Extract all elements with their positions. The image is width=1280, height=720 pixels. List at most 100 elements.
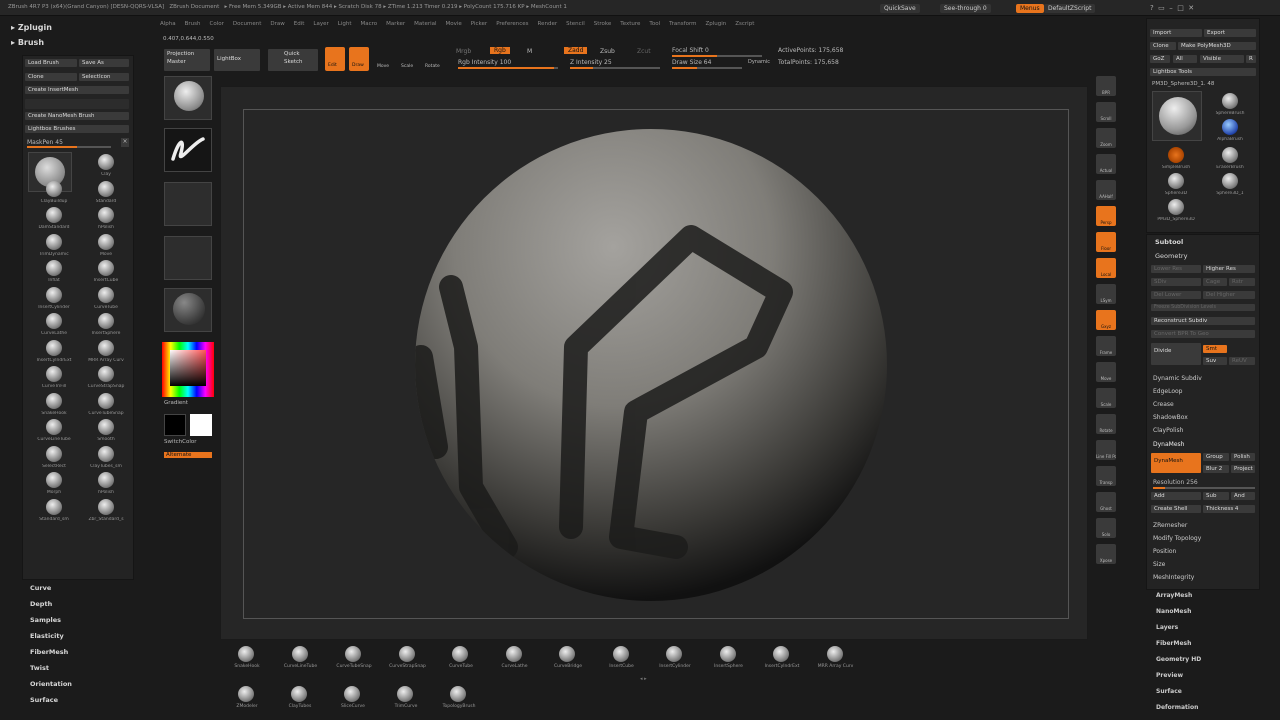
make-polymesh3d-button[interactable]: Make PolyMesh3D [1178,42,1256,50]
alpha-thumb[interactable] [164,182,212,226]
zremesher-section[interactable]: ZRemesher [1153,522,1187,529]
secondary-color-swatch[interactable] [164,414,186,436]
menu-document[interactable]: Document [233,21,262,27]
tool-pm3d-sphere3d[interactable]: PM3D_Sphere3D [1157,197,1195,223]
section-preview[interactable]: Preview [1156,672,1183,679]
tray-brush-curvelathe[interactable]: CurveLathe [494,644,538,674]
subpalette-depth[interactable]: Depth [30,600,52,608]
maximize-icon[interactable]: □ [1177,4,1184,12]
subpalette-curve[interactable]: Curve [30,584,51,592]
m-button[interactable]: M [527,48,532,55]
goz-all-button[interactable]: All [1173,55,1197,63]
brush-curvetubesnap[interactable]: CurveTubeSnap [88,391,124,417]
brush-snakehook[interactable]: SnakeHook [41,391,67,417]
brush-smooth[interactable]: Smooth [93,417,119,443]
tray-brush-curvelinetube[interactable]: CurveLineTube [280,644,324,674]
section-surface[interactable]: Surface [1156,688,1182,695]
shelf-lsym-button[interactable]: LSym [1096,284,1116,304]
brush-clay[interactable]: Clay [93,152,119,178]
shelf-rotate-button[interactable]: Rotate [1096,414,1116,434]
tray-brush-trimcurve[interactable]: TrimCurve [385,684,429,714]
shelf-persp-button[interactable]: Persp [1096,206,1116,226]
tray-brush-curvestrapsnap[interactable]: CurveStrapSnap [387,644,431,674]
menu-render[interactable]: Render [538,21,558,27]
tray-brush-insertcylinder[interactable]: InsertCylinder [654,644,698,674]
edit-button[interactable]: Edit [325,47,345,71]
shelf-floor-button[interactable]: Floor [1096,232,1116,252]
meshintegrity-section[interactable]: MeshIntegrity [1153,574,1194,581]
subpalette-samples[interactable]: Samples [30,616,61,624]
switch-color-button[interactable]: SwitchColor [164,439,197,445]
and-button[interactable]: And [1231,492,1255,500]
brush-curvetube[interactable]: CurveTube [93,285,119,311]
rgb-intensity-slider[interactable]: Rgb Intensity 100 [458,59,511,66]
dynamesh-button[interactable]: DynaMesh [1151,453,1201,473]
lightbox-button[interactable]: LightBox [214,49,260,71]
shelf-actual-button[interactable]: Actual [1096,154,1116,174]
menu-light[interactable]: Light [338,21,352,27]
color-picker[interactable] [162,342,214,397]
create-insertmesh-button[interactable]: Create InsertMesh [25,86,129,94]
tray-brush-curvetubesnap[interactable]: CurveTubeSnap [333,644,377,674]
menu-zscript[interactable]: Zscript [735,21,754,27]
sub-button[interactable]: Sub [1203,492,1229,500]
brush-mrr-array-curv[interactable]: MRR Array Curv [88,338,124,364]
brush-curvetrifill[interactable]: CurveTriFill [41,364,67,390]
canvas[interactable] [220,86,1088,640]
zsub-button[interactable]: Zsub [600,48,615,55]
menu-color[interactable]: Color [210,21,224,27]
menu-marker[interactable]: Marker [386,21,405,27]
menu-picker[interactable]: Picker [471,21,487,27]
layout-icon[interactable]: ▭ [1158,4,1165,12]
shelf-transp-button[interactable]: Transp [1096,466,1116,486]
brush-move[interactable]: Move [93,232,119,258]
menu-brush[interactable]: Brush [185,21,201,27]
subpalette-fibermesh[interactable]: FiberMesh [30,648,68,656]
subpalette-surface[interactable]: Surface [30,696,58,704]
brush-insertsphere[interactable]: InsertSphere [92,311,120,337]
shelf-solo-button[interactable]: Solo [1096,518,1116,538]
subpalette-orientation[interactable]: Orientation [30,680,72,688]
shelf-bpr-button[interactable]: BPR [1096,76,1116,96]
mrgb-button[interactable]: Mrgb [456,48,471,55]
load-brush-button[interactable]: Load Brush [25,59,77,67]
goz-button[interactable]: GoZ [1150,55,1170,63]
rgb-button[interactable]: Rgb [490,47,510,54]
polish-button[interactable]: Polish [1231,453,1255,461]
tool-sphere3d[interactable]: Sphere3D [1163,171,1189,197]
brush-header[interactable]: ▸ Brush [11,38,44,47]
close-icon[interactable]: × [121,138,129,147]
shelf-scroll-button[interactable]: Scroll [1096,102,1116,122]
dynamic-button[interactable]: Dynamic [748,59,770,65]
main-color-swatch[interactable] [190,414,212,436]
tool-eraserbrush[interactable]: EraserBrush [1216,145,1244,171]
brush-damstandard[interactable]: DamStandard [38,205,70,231]
brush-claytubes-sm[interactable]: ClayTubes_sm [90,444,122,470]
menu-draw[interactable]: Draw [270,21,284,27]
brush-zbr-standard-s[interactable]: Zbr_Standard_s [88,497,124,523]
freeze-subdiv-button[interactable]: Freeze SubDivision Levels [1151,304,1255,311]
see-through-slider[interactable]: See-through 0 [940,4,991,13]
reconstruct-subdiv-button[interactable]: Reconstruct Subdiv [1151,317,1255,325]
create-shell-button[interactable]: Create Shell [1151,505,1201,513]
menu-alpha[interactable]: Alpha [160,21,176,27]
project-button[interactable]: Project [1231,465,1255,473]
zcut-button[interactable]: Zcut [637,48,651,55]
section-fibermesh[interactable]: FiberMesh [1156,640,1191,647]
shelf-ghost-button[interactable]: Ghost [1096,492,1116,512]
tray-brush-mrr-array-curv[interactable]: MRR Array Curv [815,644,859,674]
menu-macro[interactable]: Macro [361,21,378,27]
modify-topology-section[interactable]: Modify Topology [1153,535,1201,542]
menu-zplugin[interactable]: Zplugin [705,21,726,27]
lightbox-tools-button[interactable]: Lightbox Tools [1150,68,1256,76]
tool-simplebrush[interactable]: SimpleBrush [1162,145,1190,171]
shelf-aahalf-button[interactable]: AAHalf [1096,180,1116,200]
reuv-button[interactable]: ReUV [1229,357,1255,365]
menu-stencil[interactable]: Stencil [566,21,585,27]
add-button[interactable]: Add [1151,492,1201,500]
tray-brush-curvebridge[interactable]: CurveBridge [547,644,591,674]
tray-brush-insertcylndrext[interactable]: InsertCylndrExt [761,644,805,674]
tray-brush-snakehook[interactable]: SnakeHook [226,644,270,674]
texture-thumb[interactable] [164,236,212,280]
thickness-slider[interactable]: Thickness 4 [1203,505,1255,513]
